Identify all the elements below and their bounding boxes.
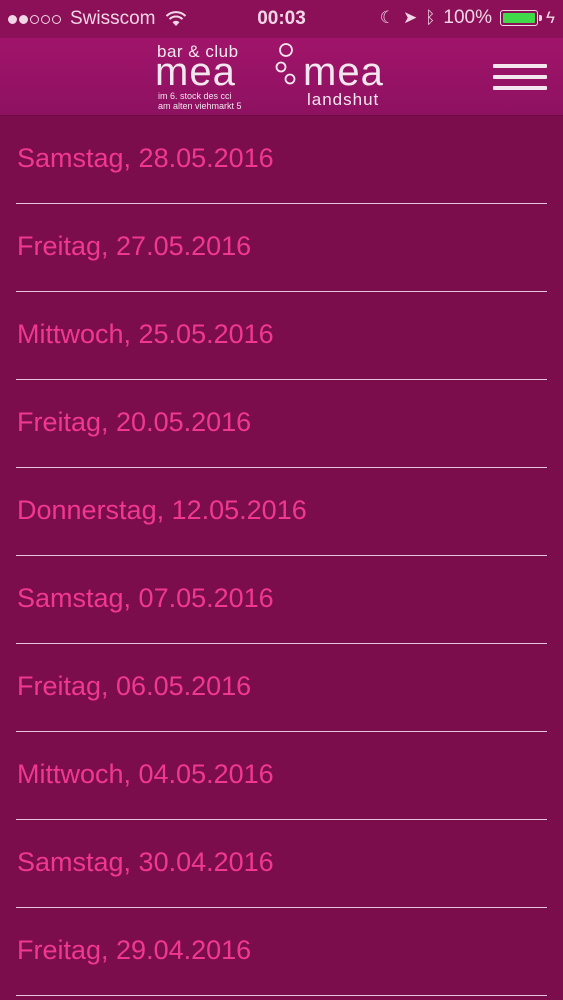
event-date-label: Samstag, 30.04.2016 — [17, 847, 274, 877]
event-date-label: Freitag, 29.04.2016 — [17, 935, 252, 965]
list-item[interactable]: Samstag, 28.05.2016 — [0, 116, 563, 204]
list-item[interactable]: Samstag, 30.04.2016 — [0, 820, 563, 908]
app-header: bar & club mea im 6. stock des cci am al… — [0, 38, 563, 116]
bluetooth-icon: ᛒ — [425, 8, 436, 27]
event-date-label: Freitag, 27.05.2016 — [17, 231, 252, 261]
logo-city: landshut — [307, 90, 380, 109]
logo-mea-right: mea — [303, 50, 384, 94]
divider — [16, 994, 547, 996]
event-date-label: Samstag, 07.05.2016 — [17, 583, 274, 613]
logo-mea-left: mea — [155, 50, 236, 94]
hamburger-menu-icon[interactable] — [493, 64, 547, 92]
logo-address-line1: im 6. stock des cci — [158, 91, 232, 101]
menu-bar — [493, 64, 547, 68]
status-bar: Swisscom 00:03 ☾ ➤ ᛒ 100% ϟ — [0, 0, 563, 38]
menu-bar — [493, 86, 547, 90]
event-date-label: Freitag, 06.05.2016 — [17, 671, 252, 701]
location-arrow-icon: ➤ — [402, 8, 418, 27]
event-date-list: Samstag, 28.05.2016 Freitag, 27.05.2016 … — [0, 116, 563, 996]
brand-logo[interactable]: bar & club mea im 6. stock des cci am al… — [155, 40, 415, 114]
menu-bar — [493, 75, 547, 79]
logo-circles-icon — [275, 43, 296, 85]
list-item[interactable]: Donnerstag, 12.05.2016 — [0, 468, 563, 556]
list-item[interactable]: Freitag, 29.04.2016 — [0, 908, 563, 996]
battery-icon — [500, 10, 542, 26]
battery-percent: 100% — [443, 7, 492, 28]
list-item[interactable]: Samstag, 07.05.2016 — [0, 556, 563, 644]
status-right: ☾ ➤ ᛒ 100% ϟ — [380, 7, 555, 29]
logo-address-line2: am alten viehmarkt 5 — [158, 101, 242, 111]
list-item[interactable]: Freitag, 06.05.2016 — [0, 644, 563, 732]
list-item[interactable]: Mittwoch, 25.05.2016 — [0, 292, 563, 380]
list-item[interactable]: Mittwoch, 04.05.2016 — [0, 732, 563, 820]
moon-icon: ☾ — [379, 8, 395, 27]
event-date-label: Samstag, 28.05.2016 — [17, 143, 274, 173]
event-date-label: Freitag, 20.05.2016 — [17, 407, 252, 437]
event-date-label: Donnerstag, 12.05.2016 — [17, 495, 307, 525]
battery-fill — [503, 13, 535, 23]
event-date-label: Mittwoch, 04.05.2016 — [17, 759, 274, 789]
list-item[interactable]: Freitag, 20.05.2016 — [0, 380, 563, 468]
charging-icon: ϟ — [546, 8, 555, 27]
list-item[interactable]: Freitag, 27.05.2016 — [0, 204, 563, 292]
event-date-label: Mittwoch, 25.05.2016 — [17, 319, 274, 349]
